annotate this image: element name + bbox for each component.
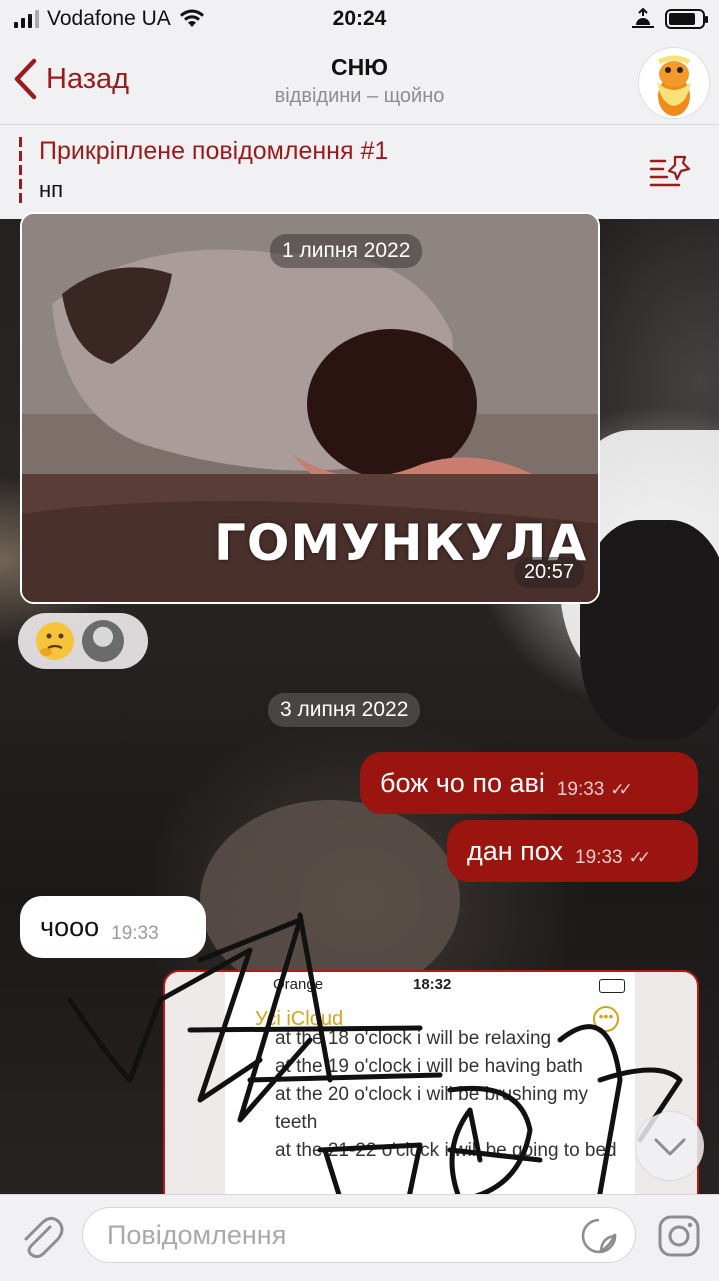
read-checkmarks-icon: ✓✓ — [610, 780, 632, 799]
outgoing-message-1[interactable]: бож чо по аві 19:33 ✓✓ — [360, 752, 698, 814]
back-label: Назад — [46, 62, 130, 95]
read-checkmarks-icon: ✓✓ — [628, 848, 651, 867]
outgoing-message-2[interactable]: дан пох 19:33 ✓✓ — [447, 820, 698, 882]
screenshot-note-line: at the 18 o'clock i will be relaxing — [275, 1028, 552, 1049]
pinned-text: нп — [39, 177, 64, 202]
pinned-message-bar[interactable]: Прикріплене повідомлення #1 нп — [0, 124, 719, 219]
status-time: 20:24 — [332, 7, 387, 30]
screenshot-note-line: teeth — [275, 1112, 318, 1133]
chat-title: СНЮ — [331, 54, 388, 80]
message-input-bar — [0, 1194, 719, 1281]
back-button[interactable]: Назад — [12, 54, 129, 104]
screenshot-battery-icon — [599, 979, 625, 993]
attach-button[interactable] — [18, 1213, 64, 1259]
wallpaper-dark-shape — [580, 520, 719, 740]
scroll-to-bottom-button[interactable] — [636, 1112, 704, 1180]
battery-icon — [665, 9, 708, 29]
message-text: дан пох — [467, 835, 564, 866]
lorax-avatar-icon — [639, 48, 709, 118]
message-time: 19:33 — [111, 923, 159, 944]
sticker-icon — [581, 1218, 617, 1254]
paperclip-icon — [24, 1216, 64, 1259]
pinned-indicator — [19, 137, 22, 205]
message-meta: 19:33 — [111, 923, 159, 945]
message-time: 19:33 — [575, 847, 623, 868]
screenshot-note-line: at the 19 o'clock i will be having bath — [275, 1056, 583, 1077]
chevron-down-icon — [654, 1138, 686, 1156]
incoming-message-1[interactable]: чооо 19:33 — [20, 896, 206, 958]
date-pill-image: 1 липня 2022 — [270, 234, 423, 268]
message-input[interactable] — [82, 1207, 636, 1263]
sunrise-icon — [632, 8, 654, 28]
sticker-button[interactable] — [580, 1217, 618, 1255]
pinned-list-icon — [649, 155, 691, 187]
contact-avatar[interactable] — [639, 48, 709, 118]
screenshot-more-icon: ••• — [593, 1006, 619, 1032]
message-meta: 19:33 ✓✓ — [575, 847, 651, 869]
pinned-list-button[interactable] — [649, 153, 693, 189]
image-message[interactable]: 1 липня 2022 ГОМУНКУЛА 20:57 — [20, 212, 600, 604]
date-separator: 3 липня 2022 — [268, 693, 421, 727]
instagram-camera-icon — [658, 1215, 700, 1257]
thinking-face-icon — [36, 622, 74, 660]
screenshot-message[interactable]: Orange 18:32 Усі iCloud ••• at the 18 o'… — [163, 970, 699, 1210]
screenshot-note-line: at the 21-22 o'clock i will be going to … — [275, 1140, 617, 1161]
screenshot-status-bar: Orange 18:32 — [225, 974, 635, 998]
pinned-title: Прикріплене повідомлення #1 — [39, 137, 389, 165]
reaction-user-avatar — [82, 620, 124, 662]
camera-button[interactable] — [654, 1211, 704, 1261]
message-text: чооо — [40, 911, 100, 942]
message-text: бож чо по аві — [380, 767, 545, 798]
screenshot-time: 18:32 — [413, 976, 452, 993]
chat-last-seen: відвідини – щойно — [274, 85, 445, 107]
chat-title-block[interactable]: СНЮ відвідини – щойно — [200, 54, 519, 108]
image-time: 20:57 — [513, 557, 584, 588]
message-meta: 19:33 ✓✓ — [556, 779, 633, 801]
message-time: 19:33 — [556, 779, 605, 800]
status-right — [631, 8, 708, 30]
message-reactions[interactable] — [18, 613, 148, 669]
status-bar: Vodafone UA 20:24 — [0, 0, 719, 40]
screenshot-content: Orange 18:32 Усі iCloud ••• at the 18 o'… — [225, 972, 635, 1208]
chat-header: Назад СНЮ відвідини – щойно — [0, 40, 719, 124]
chevron-left-icon — [14, 58, 37, 100]
screenshot-note-line: at the 20 o'clock i will be brushing my — [275, 1084, 589, 1105]
screenshot-carrier: Orange — [273, 976, 324, 993]
